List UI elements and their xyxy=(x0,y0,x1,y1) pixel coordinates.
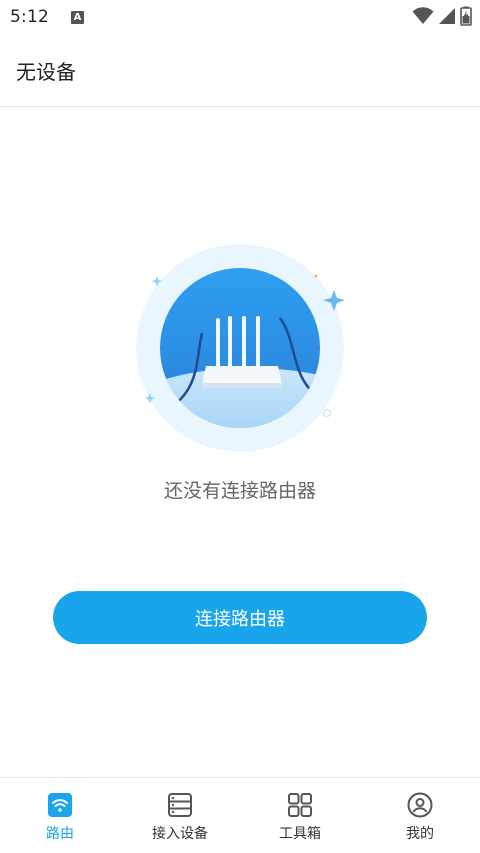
nav-item-profile[interactable]: 我的 xyxy=(360,778,480,853)
nav-label: 我的 xyxy=(406,826,434,842)
bottom-nav: 路由 接入设备 工具箱 我的 xyxy=(0,777,480,853)
grid-icon xyxy=(287,792,313,818)
empty-state-message: 还没有连接路由器 xyxy=(163,480,316,502)
device-list-icon xyxy=(167,792,193,818)
wifi-icon xyxy=(412,7,434,24)
nav-label: 工具箱 xyxy=(279,826,321,842)
connect-router-button[interactable]: 连接路由器 xyxy=(53,591,427,644)
notification-a-icon: A xyxy=(70,10,84,24)
status-icons xyxy=(412,6,472,26)
page-title: 无设备 xyxy=(16,59,76,84)
signal-icon xyxy=(439,8,455,24)
screen: 5:12 A 无设备 还没有连接路由器 连接路由器 路由 接入设备 工具箱 我的 xyxy=(0,0,480,853)
profile-icon xyxy=(407,792,433,818)
status-time: 5:12 xyxy=(10,7,49,27)
router-illustration xyxy=(136,244,345,452)
app-bar: 无设备 xyxy=(0,34,480,107)
status-bar: 5:12 A xyxy=(0,0,480,34)
router-wifi-icon xyxy=(47,792,73,818)
nav-item-toolbox[interactable]: 工具箱 xyxy=(240,778,360,853)
battery-icon xyxy=(460,6,472,26)
nav-label: 接入设备 xyxy=(152,826,208,842)
nav-item-router[interactable]: 路由 xyxy=(0,778,120,853)
nav-item-devices[interactable]: 接入设备 xyxy=(120,778,240,853)
nav-label: 路由 xyxy=(46,826,74,842)
